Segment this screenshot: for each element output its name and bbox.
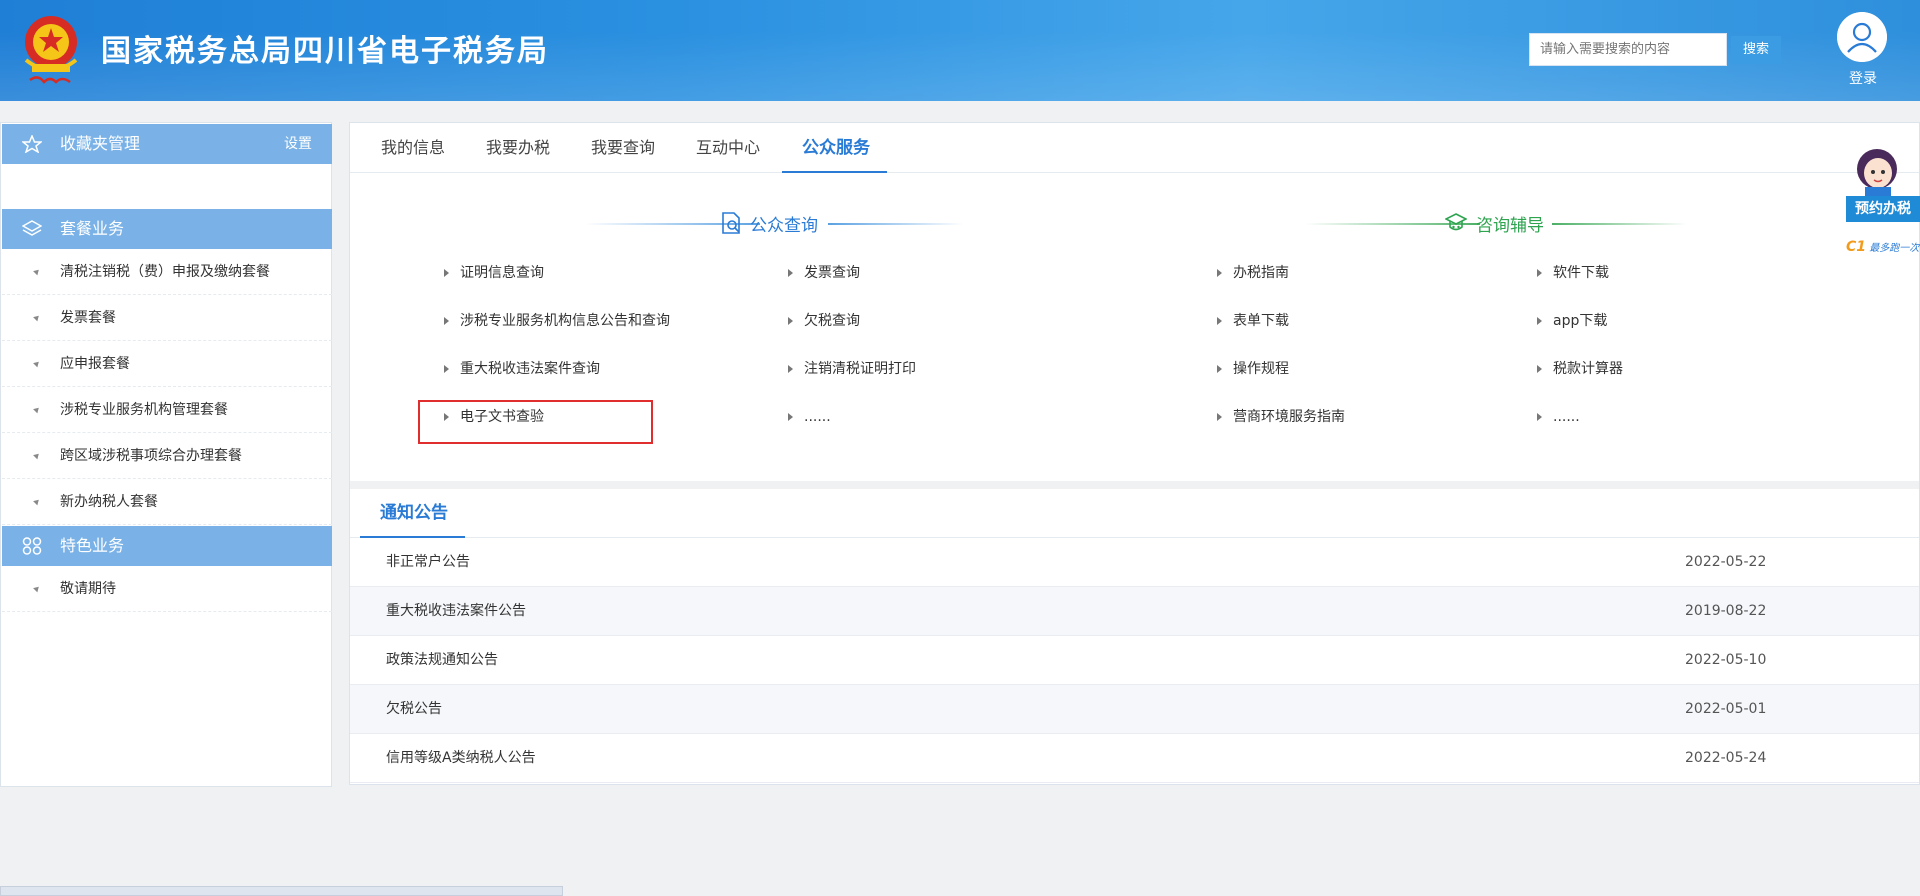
link-software-download[interactable]: 软件下载 (1537, 261, 1609, 285)
slogan-badge[interactable]: C1 最多跑一次 (1846, 237, 1920, 257)
notice-title[interactable]: 政策法规通知公告 (386, 636, 498, 685)
public-query-title: 公众查询 (750, 216, 818, 236)
sidebar-item-label: 敬请期待 (60, 581, 116, 597)
arrow-icon (33, 359, 41, 368)
link-app-download[interactable]: app下载 (1537, 309, 1607, 333)
notice-row[interactable]: 政策法规通知公告 2022-05-10 (350, 636, 1919, 685)
tab-tax-handling[interactable]: 我要办税 (486, 123, 550, 173)
tab-my-info[interactable]: 我的信息 (381, 123, 445, 173)
sidebar-item-cross-region-package[interactable]: 跨区域涉税事项综合办理套餐 (2, 433, 332, 479)
notice-title[interactable]: 信用等级A类纳税人公告 (386, 734, 536, 783)
arrow-icon (33, 267, 41, 276)
slogan-text: 最多跑一次 (1869, 243, 1920, 254)
special-title: 特色业务 (60, 536, 125, 555)
favorites-settings-link[interactable]: 设置 (284, 124, 312, 164)
tab-interaction[interactable]: 互动中心 (696, 123, 760, 173)
link-agency-info-query[interactable]: 涉税专业服务机构信息公告和查询 (444, 309, 670, 333)
search-input[interactable] (1529, 33, 1727, 66)
link-more-public-query[interactable]: ...... (788, 405, 831, 429)
sidebar-item-label: 应申报套餐 (60, 356, 130, 372)
browser-status-bar (0, 886, 563, 896)
site-header: 国家税务总局四川省电子税务局 搜索 登录 (0, 0, 1920, 101)
layers-icon (22, 220, 42, 236)
tax-emblem-logo[interactable] (18, 10, 84, 94)
packages-header[interactable]: 套餐业务 (2, 209, 332, 249)
arrow-icon (33, 584, 41, 593)
link-tax-guide[interactable]: 办税指南 (1217, 261, 1289, 285)
packages-title: 套餐业务 (60, 219, 125, 238)
appointment-button[interactable]: 预约办税 (1846, 196, 1920, 222)
notice-date: 2022-05-10 (1685, 652, 1767, 668)
special-header[interactable]: 特色业务 (2, 526, 332, 566)
sidebar-item-invoice-package[interactable]: 发票套餐 (2, 295, 332, 341)
arrow-icon (33, 313, 41, 322)
graduation-cap-icon (1445, 213, 1467, 231)
search-button[interactable]: 搜索 (1731, 36, 1781, 64)
c1-logo-icon: C1 (1846, 239, 1867, 255)
link-deregistration-certificate-print[interactable]: 注销清税证明打印 (788, 357, 916, 381)
sidebar-item-declare-package[interactable]: 应申报套餐 (2, 341, 332, 387)
section-divider-line (1552, 223, 1687, 225)
favorites-header[interactable]: 收藏夹管理 设置 (2, 124, 332, 164)
notice-date: 2022-05-24 (1685, 750, 1767, 766)
sidebar: 收藏夹管理 设置 套餐业务 清税注销税（费）申报及缴纳套餐 发票套餐 应申报套餐… (0, 122, 332, 787)
link-certificate-query[interactable]: 证明信息查询 (444, 261, 544, 285)
sidebar-item-agency-package[interactable]: 涉税专业服务机构管理套餐 (2, 387, 332, 433)
sidebar-item-label: 清税注销税（费）申报及缴纳套餐 (60, 264, 270, 280)
notice-row[interactable]: 信用等级A类纳税人公告 2022-05-24 (350, 734, 1919, 783)
consult-title: 咨询辅导 (1476, 216, 1544, 236)
notice-date: 2022-05-01 (1685, 701, 1767, 717)
document-search-icon (722, 212, 740, 234)
sidebar-item-coming-soon[interactable]: 敬请期待 (2, 566, 332, 612)
favorites-title: 收藏夹管理 (60, 134, 141, 153)
notice-row[interactable]: 重大税收违法案件公告 2019-08-22 (350, 587, 1919, 636)
link-tax-calculator[interactable]: 税款计算器 (1537, 357, 1623, 381)
user-avatar-icon[interactable] (1837, 12, 1887, 62)
notice-row[interactable]: 欠税公告 2022-05-01 (350, 685, 1919, 734)
grid-icon (22, 537, 42, 555)
sidebar-item-new-taxpayer-package[interactable]: 新办纳税人套餐 (2, 479, 332, 525)
notice-tabs: 通知公告 (350, 489, 1919, 538)
sidebar-item-clear-tax-package[interactable]: 清税注销税（费）申报及缴纳套餐 (2, 249, 332, 295)
star-icon (22, 135, 42, 153)
tab-query[interactable]: 我要查询 (591, 123, 655, 173)
link-invoice-query[interactable]: 发票查询 (788, 261, 860, 285)
main-panel: 我的信息 我要办税 我要查询 互动中心 公众服务 公众查询 证明信息查询 涉税专… (349, 122, 1920, 785)
notice-date: 2022-05-22 (1685, 554, 1767, 570)
notice-title[interactable]: 重大税收违法案件公告 (386, 587, 526, 636)
service-assistant-avatar[interactable] (1845, 147, 1903, 199)
arrow-icon (33, 497, 41, 506)
link-arrears-query[interactable]: 欠税查询 (788, 309, 860, 333)
highlight-box (418, 400, 653, 444)
notice-date: 2019-08-22 (1685, 603, 1767, 619)
tab-public-service[interactable]: 公众服务 (802, 123, 870, 173)
sidebar-item-label: 新办纳税人套餐 (60, 494, 158, 510)
sidebar-item-label: 涉税专业服务机构管理套餐 (60, 402, 228, 418)
link-operation-rules[interactable]: 操作规程 (1217, 357, 1289, 381)
sidebar-item-label: 发票套餐 (60, 310, 116, 326)
link-more-consult[interactable]: ...... (1537, 405, 1580, 429)
notice-title[interactable]: 欠税公告 (386, 685, 442, 734)
link-form-download[interactable]: 表单下载 (1217, 309, 1289, 333)
link-business-env-guide[interactable]: 营商环境服务指南 (1217, 405, 1345, 429)
arrow-icon (33, 451, 41, 460)
main-tabs: 我的信息 我要办税 我要查询 互动中心 公众服务 (350, 123, 1919, 173)
section-divider (350, 481, 1919, 489)
active-tab-indicator (782, 171, 887, 173)
section-divider-line (828, 223, 963, 225)
login-link[interactable]: 登录 (1849, 68, 1877, 88)
site-title: 国家税务总局四川省电子税务局 (101, 34, 549, 69)
arrow-icon (33, 405, 41, 414)
notice-title[interactable]: 非正常户公告 (386, 538, 470, 587)
sidebar-item-label: 跨区域涉税事项综合办理套餐 (60, 448, 242, 464)
link-major-violation-query[interactable]: 重大税收违法案件查询 (444, 357, 600, 381)
notice-row[interactable]: 非正常户公告 2022-05-22 (350, 538, 1919, 587)
tab-notices[interactable]: 通知公告 (380, 489, 448, 538)
